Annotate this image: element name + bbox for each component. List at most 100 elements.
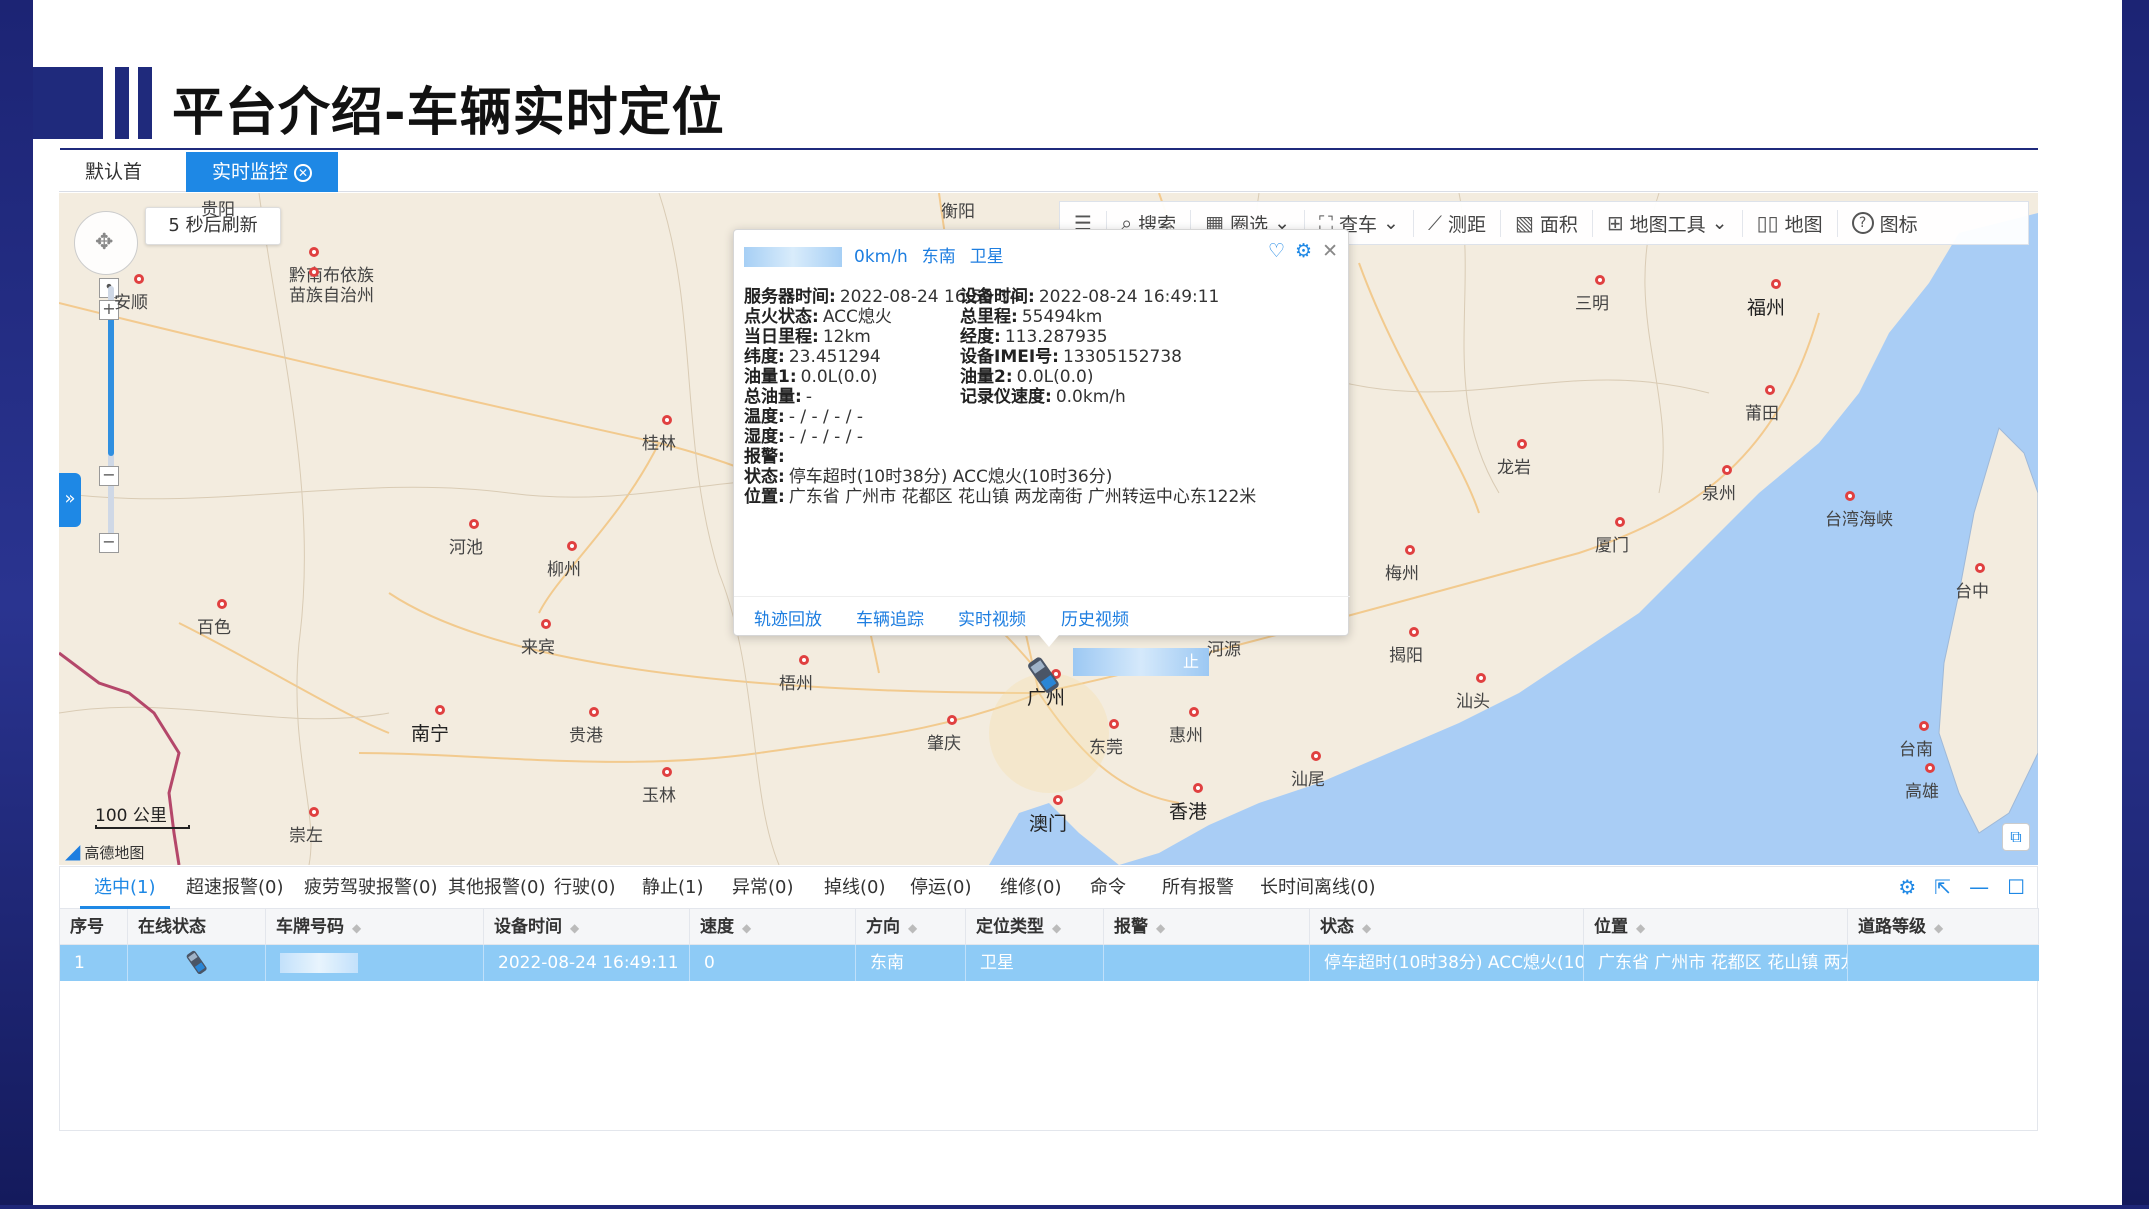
sort-icon[interactable]: ◆ bbox=[1636, 921, 1645, 935]
zoom-handle[interactable]: − bbox=[99, 466, 119, 486]
toolbar-area[interactable]: ▧ 面积 bbox=[1501, 209, 1593, 237]
tab-home[interactable]: 默认首页 bbox=[59, 152, 186, 223]
status-tab[interactable]: 维修(0) bbox=[986, 867, 1076, 909]
table-row[interactable]: 1 2022-08-24 16:49:11 0 东南 卫星 停车超时(10时38… bbox=[60, 945, 2039, 981]
status-tab[interactable]: 疲劳驾驶报警(0) bbox=[290, 867, 452, 909]
city-dot-icon bbox=[1765, 385, 1775, 395]
cell-direction: 东南 bbox=[856, 945, 966, 981]
city-dot-icon bbox=[217, 599, 227, 609]
favorite-heart-icon[interactable]: ♡ bbox=[1268, 240, 1285, 262]
vehicle-plate-label[interactable]: 止 bbox=[1073, 648, 1209, 676]
chevron-down-icon: ⌄ bbox=[1383, 212, 1399, 234]
city-dot-icon bbox=[1476, 673, 1486, 683]
page-title: 平台介绍-车辆实时定位 bbox=[172, 83, 725, 143]
cell-speed: 0 bbox=[690, 945, 856, 981]
live-video-link[interactable]: 实时视频 bbox=[958, 605, 1026, 630]
status-tab[interactable]: 选中(1) bbox=[80, 867, 170, 909]
slide: 平台介绍-车辆实时定位 默认首页 实时监控 ✕ bbox=[0, 0, 2149, 1209]
sort-icon[interactable]: ◆ bbox=[1052, 921, 1061, 935]
status-tab[interactable]: 命令 bbox=[1076, 867, 1140, 909]
settings-gear-icon[interactable]: ⚙ bbox=[1295, 240, 1312, 262]
city-label: 汕尾 bbox=[1291, 770, 1325, 790]
status-tab[interactable]: 静止(1) bbox=[628, 867, 718, 909]
city-label: 贵港 bbox=[569, 726, 603, 746]
toolbar-map[interactable]: ▯▯ 地图 bbox=[1743, 209, 1838, 237]
city-dot-icon bbox=[662, 415, 672, 425]
city-label: 柳州 bbox=[547, 560, 581, 580]
sort-icon[interactable]: ◆ bbox=[908, 921, 917, 935]
status-tab[interactable]: 异常(0) bbox=[718, 867, 808, 909]
close-icon[interactable]: ✕ bbox=[1322, 240, 1338, 262]
sort-icon[interactable]: ◆ bbox=[742, 921, 751, 935]
vehicle-list-panel: 选中(1) 超速报警(0) 疲劳驾驶报警(0) 其他报警(0) 行驶(0) 静止(1) 异常… bbox=[59, 866, 2039, 1131]
tab-realtime-monitor[interactable]: 实时监控 ✕ bbox=[186, 152, 338, 192]
map-brand: ◢ 高德地图 bbox=[65, 839, 144, 863]
city-label: 龙岩 bbox=[1497, 458, 1531, 478]
city-dot-icon bbox=[309, 807, 319, 817]
settings-gear-icon[interactable]: ⚙ bbox=[1898, 875, 1916, 899]
sort-icon[interactable]: ◆ bbox=[1156, 921, 1165, 935]
toolbar-legend[interactable]: ? 图标 bbox=[1838, 210, 1932, 237]
vehicle-marker-icon[interactable] bbox=[1027, 653, 1061, 699]
city-dot-icon bbox=[1193, 783, 1203, 793]
status-tab[interactable]: 超速报警(0) bbox=[172, 867, 298, 909]
map-book-icon: ▯▯ bbox=[1756, 211, 1779, 235]
column-header[interactable]: 状态 ◆ bbox=[1310, 909, 1584, 945]
track-playback-link[interactable]: 轨迹回放 bbox=[754, 605, 822, 630]
title-accent-stripe bbox=[115, 67, 129, 139]
city-dot-icon bbox=[947, 715, 957, 725]
sort-icon[interactable]: ◆ bbox=[1934, 921, 1943, 935]
zoom-out-button[interactable]: − bbox=[99, 533, 119, 553]
minimize-icon[interactable]: — bbox=[1969, 875, 1989, 899]
column-header[interactable]: 车牌号码 ◆ bbox=[266, 909, 484, 945]
popup-links: 轨迹回放 车辆追踪 实时视频 历史视频 bbox=[734, 596, 1350, 632]
status-tab[interactable]: 长时间离线(0) bbox=[1246, 867, 1390, 909]
city-label: 莆田 bbox=[1745, 404, 1779, 424]
toolbar-map-tools[interactable]: ⊞ 地图工具 ⌄ bbox=[1593, 209, 1743, 237]
cell-plate-number bbox=[266, 945, 484, 981]
toolbar-ruler[interactable]: ⟋ 测距 bbox=[1414, 209, 1501, 237]
status-tab[interactable]: 行驶(0) bbox=[540, 867, 630, 909]
history-video-link[interactable]: 历史视频 bbox=[1061, 605, 1129, 630]
expand-sidebar-button[interactable]: » bbox=[59, 473, 81, 527]
column-header[interactable]: 报警 ◆ bbox=[1104, 909, 1310, 945]
cell-road-level bbox=[1848, 945, 2039, 981]
column-header[interactable]: 方向 ◆ bbox=[856, 909, 966, 945]
vehicle-tracking-link[interactable]: 车辆追踪 bbox=[856, 605, 924, 630]
column-header[interactable]: 速度 ◆ bbox=[690, 909, 856, 945]
city-dot-icon bbox=[799, 655, 809, 665]
cell-alarm bbox=[1104, 945, 1310, 981]
toolbar-legend-label: 图标 bbox=[1879, 213, 1918, 236]
column-header[interactable]: 设备时间 ◆ bbox=[484, 909, 690, 945]
export-icon[interactable]: ⇱ bbox=[1934, 875, 1951, 899]
city-dot-icon bbox=[541, 619, 551, 629]
sort-icon[interactable]: ◆ bbox=[352, 921, 361, 935]
status-tab[interactable]: 掉线(0) bbox=[810, 867, 900, 909]
city-label: 桂林 bbox=[642, 434, 676, 454]
sort-icon[interactable]: ◆ bbox=[1362, 921, 1371, 935]
column-header[interactable]: 序号 bbox=[60, 909, 128, 945]
maximize-icon[interactable]: ☐ bbox=[2007, 875, 2025, 899]
column-header-label: 设备时间 bbox=[494, 917, 562, 937]
city-dot-icon bbox=[1109, 719, 1119, 729]
column-header[interactable]: 位置 ◆ bbox=[1584, 909, 1848, 945]
city-dot-icon bbox=[134, 274, 144, 284]
status-tab[interactable]: 停运(0) bbox=[896, 867, 986, 909]
map-pan-control[interactable]: ✥ bbox=[74, 211, 138, 275]
status-tab[interactable]: 所有报警 bbox=[1148, 867, 1248, 909]
column-header[interactable]: 定位类型 ◆ bbox=[966, 909, 1104, 945]
map-view[interactable]: ✥ 5 秒后刷新 • + − − » ☰ ⌕搜索 ▦圈选⌄ ⛶查车⌄ ⟋测距 ▧… bbox=[59, 193, 2038, 865]
tab-close-icon[interactable]: ✕ bbox=[294, 163, 313, 182]
zoom-slider[interactable] bbox=[104, 286, 116, 540]
slide-edge-right bbox=[2122, 0, 2149, 1209]
city-label: 来宾 bbox=[521, 638, 555, 658]
city-label: 梧州 bbox=[779, 674, 813, 694]
city-dot-icon bbox=[1517, 439, 1527, 449]
sort-icon[interactable]: ◆ bbox=[570, 921, 579, 935]
layer-switch-icon[interactable]: ⧉ bbox=[2002, 823, 2030, 851]
city-dot-icon bbox=[589, 707, 599, 717]
column-header[interactable]: 道路等级 ◆ bbox=[1848, 909, 2039, 945]
column-header[interactable]: 在线状态 bbox=[128, 909, 266, 945]
city-label: 贵阳 bbox=[201, 200, 235, 220]
panel-actions: ⚙ ⇱ — ☐ bbox=[1880, 875, 2025, 899]
